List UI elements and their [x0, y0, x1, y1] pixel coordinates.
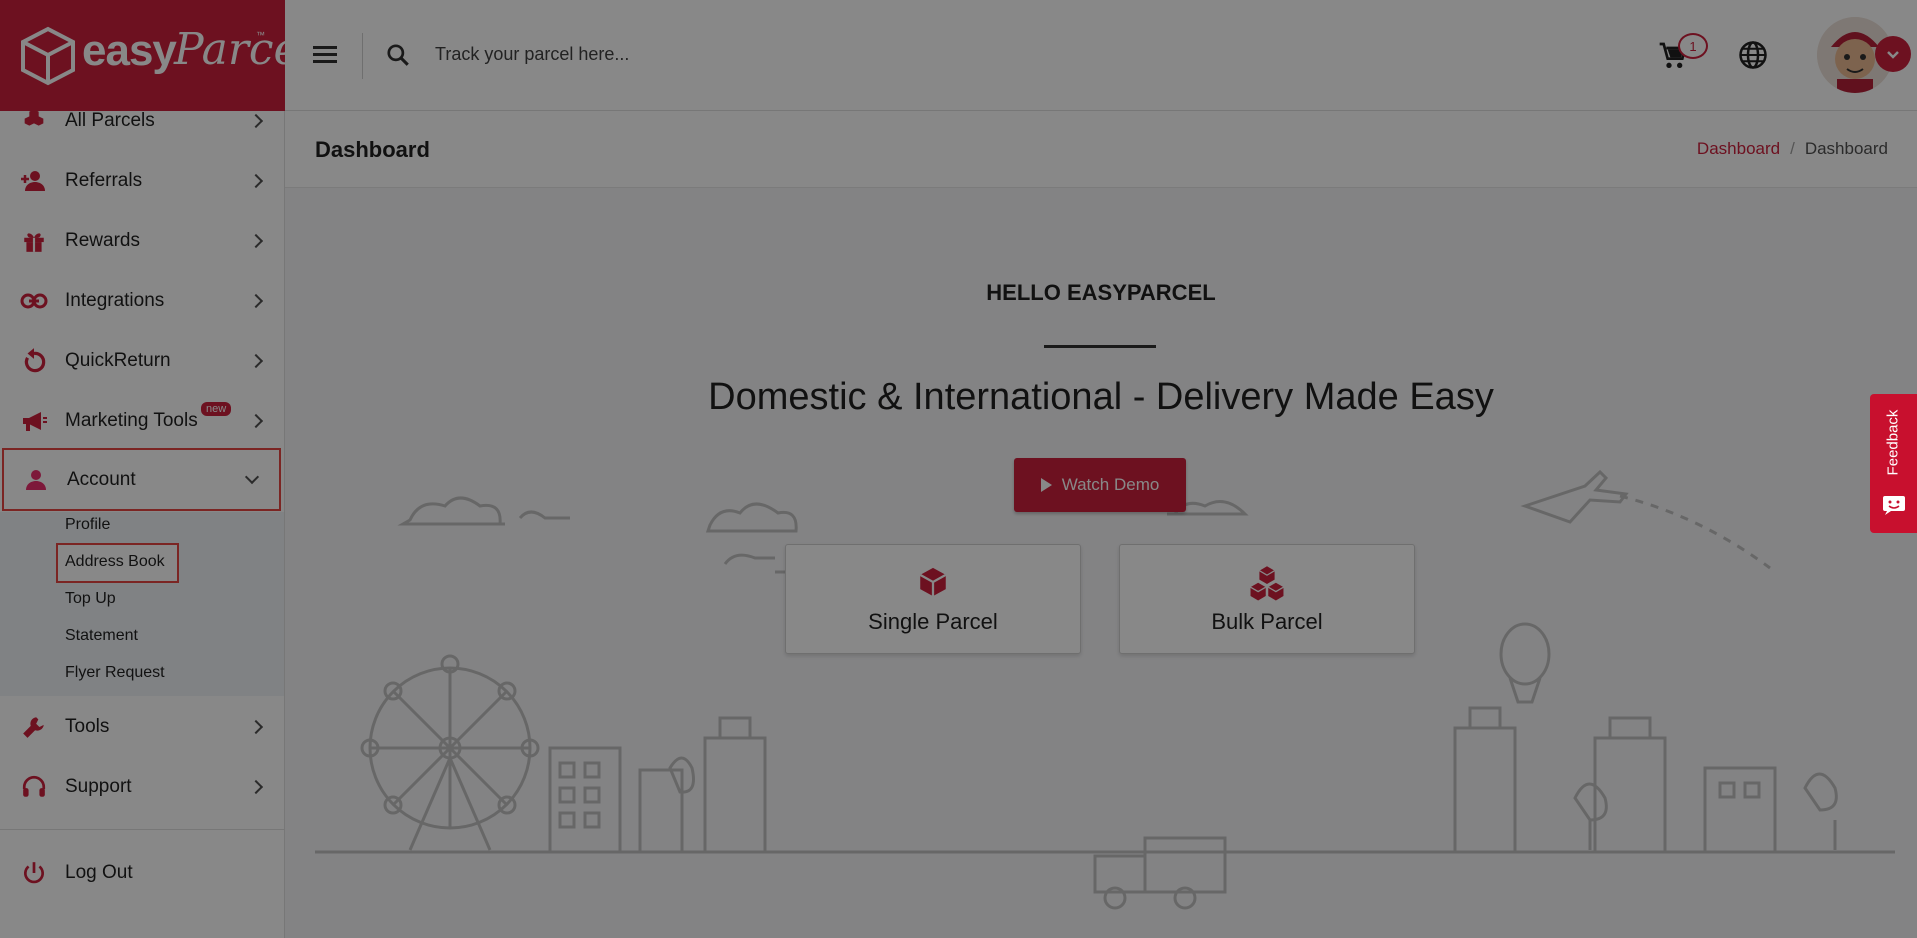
logout-button[interactable]: Log Out	[0, 844, 285, 902]
sidebar-item-label: QuickReturn	[65, 350, 171, 371]
sidebar-item-account[interactable]: Account	[2, 448, 281, 511]
cart-count-badge: 1	[1678, 33, 1708, 59]
cube-logo-icon	[21, 26, 75, 86]
power-icon	[18, 857, 50, 889]
sidebar-item-label: Integrations	[65, 290, 165, 311]
chevron-right-icon	[248, 719, 264, 735]
page-header: Dashboard Dashboard / Dashboard	[285, 111, 1917, 188]
header-divider	[362, 33, 363, 79]
sidebar-item-label: Tools	[65, 716, 110, 737]
greeting-heading: HELLO EASYPARCEL	[986, 280, 1216, 305]
breadcrumb-current: Dashboard	[1804, 139, 1888, 158]
page-title: Dashboard	[315, 137, 430, 162]
hamburger-menu-icon[interactable]	[313, 46, 337, 64]
single-parcel-label: Single Parcel	[868, 609, 998, 634]
sidebar-item-label: Account	[67, 468, 136, 490]
sidebar-item-support[interactable]: Support	[0, 758, 285, 816]
dashboard-main: HELLO EASYPARCEL Domestic & Internationa…	[285, 188, 1917, 938]
link-icon	[18, 285, 50, 317]
submenu-item-statement[interactable]: Statement	[65, 627, 138, 645]
globe-icon[interactable]	[1738, 40, 1768, 70]
chevron-right-icon	[248, 113, 264, 129]
chevron-right-icon	[248, 779, 264, 795]
breadcrumb: Dashboard / Dashboard	[1697, 139, 1888, 159]
heading-divider	[1044, 345, 1156, 348]
sidebar-divider	[0, 829, 284, 830]
new-badge: new	[201, 402, 232, 416]
single-parcel-card[interactable]: Single Parcel	[785, 544, 1081, 654]
sidebar-item-label: Marketing Tools	[65, 410, 198, 431]
chevron-down-icon	[244, 469, 260, 485]
tagline: Domestic & International - Delivery Made…	[708, 376, 1494, 418]
feedback-tab[interactable]: Feedback	[1870, 394, 1917, 533]
chevron-down-icon	[1887, 51, 1899, 59]
chevron-right-icon	[248, 413, 264, 429]
watch-demo-label: Watch Demo	[1061, 475, 1160, 494]
add-user-icon	[18, 165, 50, 197]
trademark: ™	[256, 30, 265, 40]
sidebar-item-referrals[interactable]: Referrals	[0, 152, 285, 210]
submenu-item-flyer-request[interactable]: Flyer Request	[65, 664, 165, 682]
chevron-right-icon	[248, 293, 264, 309]
submenu-item-address-book[interactable]: Address Book	[65, 553, 165, 571]
watch-demo-button[interactable]: Watch Demo	[1014, 458, 1186, 512]
top-header: 1	[285, 0, 1917, 111]
submenu-item-top-up[interactable]: Top Up	[65, 590, 116, 608]
submenu-item-profile[interactable]: Profile	[65, 516, 110, 534]
sidebar-item-tools[interactable]: Tools	[0, 698, 285, 756]
person-icon	[20, 464, 52, 496]
megaphone-icon	[18, 405, 50, 437]
brand-name: easy	[82, 26, 177, 75]
sidebar-item-label: All Parcels	[65, 110, 155, 131]
sidebar-item-label: Referrals	[65, 170, 143, 191]
breadcrumb-separator: /	[1790, 139, 1795, 158]
feedback-label: Feedback	[1884, 409, 1902, 476]
logout-label: Log Out	[65, 862, 133, 883]
return-icon	[18, 345, 50, 377]
wrench-icon	[18, 711, 50, 743]
city-illustration	[315, 469, 1895, 910]
logo[interactable]: easy Parcel ™	[0, 0, 314, 111]
chevron-right-icon	[248, 173, 264, 189]
gift-icon	[18, 225, 50, 257]
sidebar-item-integrations[interactable]: Integrations	[0, 272, 285, 330]
chevron-right-icon	[248, 233, 264, 249]
sidebar-item-label: Support	[65, 776, 132, 797]
sidebar-item-marketing-tools[interactable]: Marketing Tools new	[0, 392, 285, 450]
sidebar: All Parcels Referrals Rewards Integratio…	[0, 0, 285, 938]
sidebar-item-rewards[interactable]: Rewards	[0, 212, 285, 270]
single-box-icon	[786, 565, 1080, 599]
sidebar-item-quickreturn[interactable]: QuickReturn	[0, 332, 285, 390]
search-icon[interactable]	[385, 42, 411, 68]
feedback-chat-icon	[1883, 496, 1905, 515]
chevron-right-icon	[248, 353, 264, 369]
sidebar-item-label: Rewards	[65, 230, 140, 251]
bulk-parcel-label: Bulk Parcel	[1211, 609, 1323, 634]
account-dropdown-button[interactable]	[1875, 36, 1911, 72]
bulk-parcel-card[interactable]: Bulk Parcel	[1119, 544, 1415, 654]
headset-icon	[18, 771, 50, 803]
breadcrumb-link-dashboard[interactable]: Dashboard	[1697, 139, 1780, 158]
track-parcel-input[interactable]	[435, 36, 1035, 72]
play-icon	[1040, 478, 1052, 492]
stacked-boxes-icon	[1120, 565, 1414, 603]
